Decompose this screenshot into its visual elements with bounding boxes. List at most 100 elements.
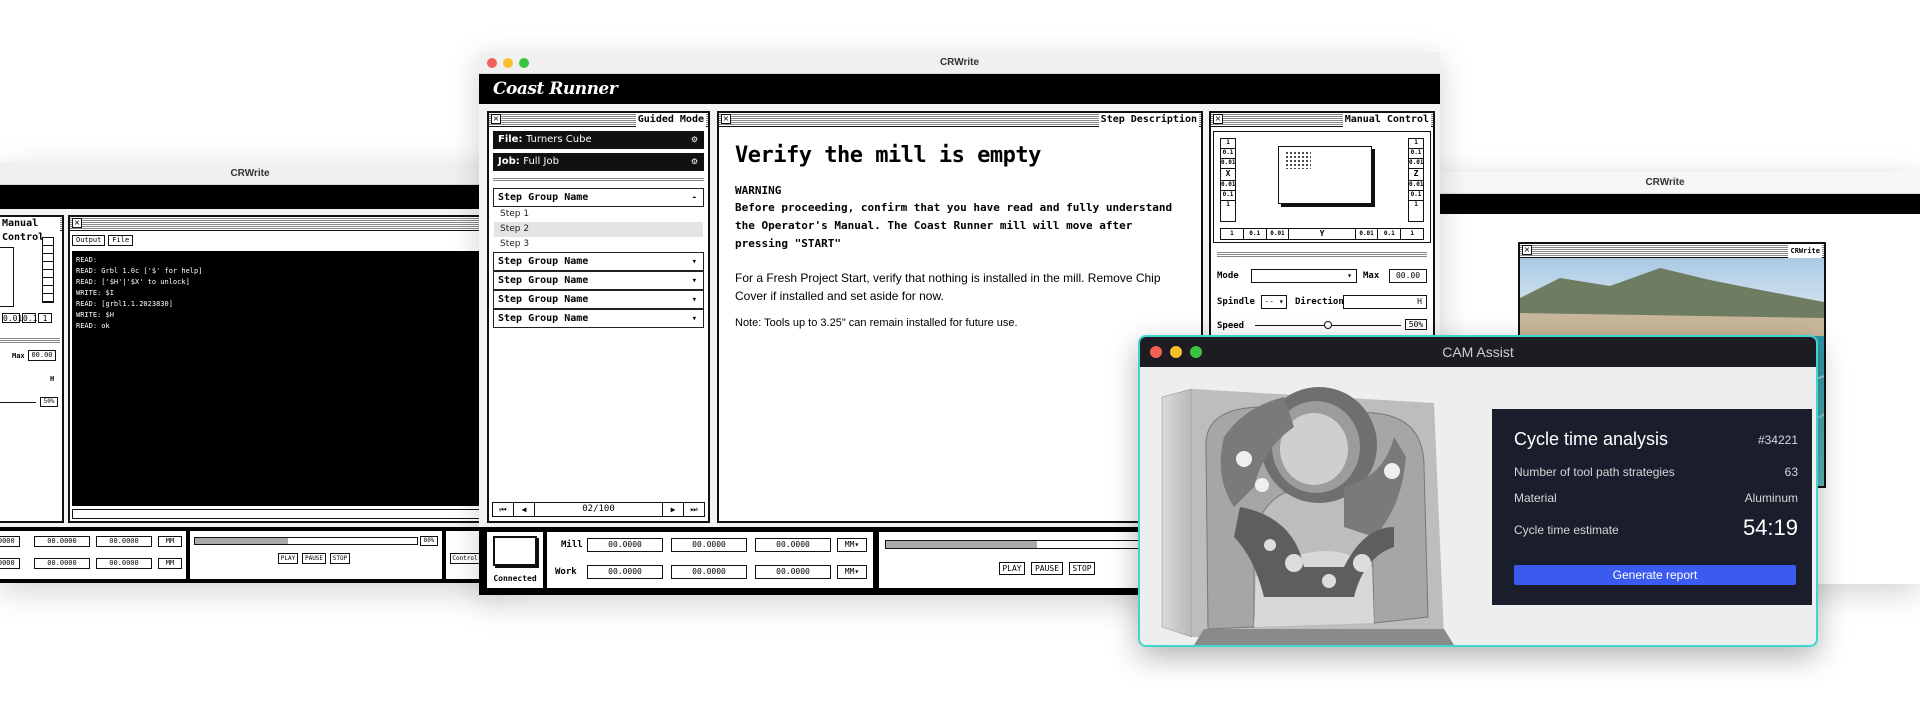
close-icon[interactable]: × [1522, 245, 1532, 255]
left-coord-field[interactable]: 00.0000 [34, 558, 90, 569]
prev-step-icon[interactable]: ◀ [513, 502, 535, 517]
y-stepper[interactable]: 1 0.1 0.01 Y 0.01 0.1 1 [1220, 228, 1424, 240]
step-value[interactable]: 0.01 [1356, 229, 1379, 239]
step-group[interactable]: Step Group Name - [493, 188, 704, 207]
close-dot[interactable] [1150, 346, 1162, 358]
zoom-dot[interactable] [519, 58, 529, 68]
close-icon[interactable]: × [1213, 114, 1223, 124]
step-value[interactable]: 0.01 [1221, 159, 1235, 169]
connection-block: Connected [487, 532, 543, 588]
step-value[interactable]: 0.1 [1409, 191, 1423, 201]
stop-button[interactable]: STOP [330, 553, 350, 564]
step-item[interactable]: Step 3 [494, 237, 703, 252]
close-icon[interactable]: × [72, 218, 82, 228]
left-coord-field[interactable]: 00.0000 [0, 558, 20, 569]
zoom-dot[interactable] [1190, 346, 1202, 358]
play-button[interactable]: PLAY [278, 553, 298, 564]
mode-select[interactable]: ▾ [1251, 269, 1357, 283]
gear-icon[interactable]: ⚙ [691, 131, 698, 149]
step-group[interactable]: Step Group Name ▾ [493, 271, 704, 290]
left-coord-field[interactable]: 00.0000 [0, 536, 20, 547]
work-y-field[interactable]: 00.0000 [671, 565, 747, 579]
left-max-field[interactable]: 00.00 [28, 350, 56, 361]
step-value[interactable]: 0.1 [1244, 229, 1267, 239]
left-unit-select[interactable]: MM [158, 536, 182, 547]
last-step-icon[interactable]: ⏭ [683, 502, 705, 517]
direction-field[interactable]: H [1343, 295, 1427, 309]
step-value[interactable]: 1 [1409, 139, 1423, 149]
close-icon[interactable]: × [721, 114, 731, 124]
coast-runner-logo: Coast Runner [493, 79, 618, 99]
left-jog-step[interactable]: 1 [38, 313, 52, 323]
left-unit-select[interactable]: MM [158, 558, 182, 569]
mill-x-field[interactable]: 00.0000 [587, 538, 663, 552]
warning-label: WARNING [735, 184, 782, 197]
left-coord-field[interactable]: 00.0000 [34, 536, 90, 547]
first-step-icon[interactable]: ⏮ [492, 502, 514, 517]
left-command-input[interactable] [72, 509, 500, 519]
manual-control-title: Manual Control [1342, 113, 1431, 127]
work-x-field[interactable]: 00.0000 [587, 565, 663, 579]
control-button[interactable]: Control [450, 553, 480, 564]
play-button[interactable]: PLAY [999, 562, 1025, 575]
chevron-down-icon[interactable]: ▾ [692, 253, 697, 271]
left-jog-step[interactable]: 0.1 [22, 313, 37, 323]
step-item[interactable]: Step 1 [494, 207, 703, 222]
note-text: Note: Tools up to 3.25" can remain insta… [735, 317, 1018, 329]
stop-button[interactable]: STOP [1069, 562, 1095, 575]
chevron-down-icon[interactable]: ▾ [692, 291, 697, 309]
step-group[interactable]: Step Group Name ▾ [493, 252, 704, 271]
work-z-field[interactable]: 00.0000 [755, 565, 831, 579]
step-value[interactable]: 1 [1401, 229, 1423, 239]
pause-button[interactable]: PAUSE [302, 553, 326, 564]
tab-output[interactable]: Output [72, 235, 106, 246]
pause-button[interactable]: PAUSE [1031, 562, 1063, 575]
step-group-name: Step Group Name [498, 192, 589, 203]
work-unit-select[interactable]: MM▾ [837, 565, 867, 579]
left-jog-box[interactable] [0, 247, 14, 307]
left-speed-track[interactable] [0, 402, 36, 403]
mill-unit-select[interactable]: MM▾ [837, 538, 867, 552]
left-jog-step[interactable]: 0.01 [2, 313, 22, 323]
step-value[interactable]: 0.01 [1221, 181, 1235, 191]
step-value[interactable]: 1 [1409, 201, 1423, 211]
gear-icon[interactable]: ⚙ [691, 153, 698, 171]
close-dot[interactable] [487, 58, 497, 68]
chevron-down-icon[interactable]: ▾ [692, 310, 697, 328]
left-coord-field[interactable]: 00.0000 [96, 536, 152, 547]
step-value[interactable]: 0.01 [1409, 159, 1423, 169]
step-item-selected[interactable]: Step 2 [494, 222, 703, 237]
x-stepper[interactable]: 1 0.1 0.01 X 0.01 0.1 1 [1220, 138, 1236, 222]
step-value[interactable]: 1 [1221, 201, 1235, 211]
mill-y-field[interactable]: 00.0000 [671, 538, 747, 552]
job-selector[interactable]: Job: Full Job ⚙ [493, 153, 704, 171]
speed-slider-knob[interactable] [1324, 321, 1332, 329]
step-group[interactable]: Step Group Name ▾ [493, 309, 704, 328]
spindle-select[interactable]: -- ▾ [1261, 295, 1287, 309]
collapse-icon[interactable]: - [692, 189, 697, 207]
generate-report-button[interactable]: Generate report [1514, 565, 1796, 585]
left-output-head: × [70, 217, 500, 231]
file-selector[interactable]: File: Turners Cube ⚙ [493, 131, 704, 149]
step-value[interactable]: 1 [1221, 139, 1235, 149]
z-stepper[interactable]: 1 0.1 0.01 Z 0.01 0.1 1 [1408, 138, 1424, 222]
minimize-dot[interactable] [1170, 346, 1182, 358]
left-coord-field[interactable]: 00.0000 [96, 558, 152, 569]
minimize-dot[interactable] [503, 58, 513, 68]
work-area-preview[interactable] [1278, 146, 1372, 204]
step-group[interactable]: Step Group Name ▾ [493, 290, 704, 309]
max-field[interactable]: 00.00 [1389, 269, 1427, 283]
step-value[interactable]: 0.1 [1221, 191, 1235, 201]
close-icon[interactable]: × [491, 114, 501, 124]
step-value[interactable]: 0.01 [1409, 181, 1423, 191]
step-value[interactable]: 0.1 [1378, 229, 1402, 239]
tab-file[interactable]: File [108, 235, 134, 246]
step-value[interactable]: 1 [1221, 229, 1244, 239]
left-z-stepper[interactable] [42, 237, 54, 303]
next-step-icon[interactable]: ▶ [662, 502, 684, 517]
chevron-down-icon[interactable]: ▾ [692, 272, 697, 290]
step-value[interactable]: 0.1 [1409, 149, 1423, 159]
mill-z-field[interactable]: 00.0000 [755, 538, 831, 552]
step-value[interactable]: 0.1 [1221, 149, 1235, 159]
step-value[interactable]: 0.01 [1267, 229, 1290, 239]
